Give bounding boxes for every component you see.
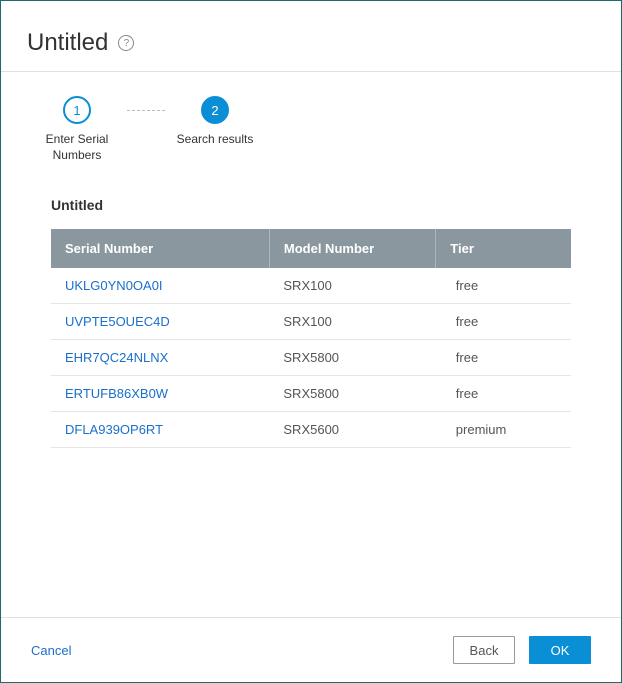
step-label-2: Search results [177, 132, 254, 148]
step-circle-2: 2 [201, 96, 229, 124]
table-body: UKLG0YN0OA0I SRX100 free UVPTE5OUEC4D SR… [51, 268, 571, 448]
cell-model: SRX5800 [269, 340, 435, 376]
table-row[interactable]: EHR7QC24NLNX SRX5800 free [51, 340, 571, 376]
cell-model: SRX100 [269, 304, 435, 340]
step-circle-1: 1 [63, 96, 91, 124]
col-header-serial[interactable]: Serial Number [51, 229, 269, 268]
cell-serial[interactable]: EHR7QC24NLNX [51, 340, 269, 376]
col-header-tier[interactable]: Tier [436, 229, 571, 268]
table-row[interactable]: UKLG0YN0OA0I SRX100 free [51, 268, 571, 304]
ok-button[interactable]: OK [529, 636, 591, 664]
cancel-link[interactable]: Cancel [31, 643, 71, 658]
dialog-header: Untitled ? [1, 1, 621, 72]
col-header-model[interactable]: Model Number [269, 229, 435, 268]
cell-model: SRX100 [269, 268, 435, 304]
dialog-content: Untitled Serial Number Model Number Tier… [1, 173, 621, 617]
cell-tier: free [436, 376, 571, 412]
step-search-results[interactable]: 2 Search results [165, 96, 265, 148]
wizard-stepper: 1 Enter SerialNumbers 2 Search results [1, 72, 621, 173]
table-row[interactable]: UVPTE5OUEC4D SRX100 free [51, 304, 571, 340]
footer-buttons: Back OK [453, 636, 591, 664]
table-header-row: Serial Number Model Number Tier [51, 229, 571, 268]
table-row[interactable]: DFLA939OP6RT SRX5600 premium [51, 412, 571, 448]
page-title: Untitled [27, 29, 108, 57]
results-table: Serial Number Model Number Tier UKLG0YN0… [51, 229, 571, 448]
cell-serial[interactable]: UKLG0YN0OA0I [51, 268, 269, 304]
cell-tier: premium [436, 412, 571, 448]
table-row[interactable]: ERTUFB86XB0W SRX5800 free [51, 376, 571, 412]
cell-model: SRX5800 [269, 376, 435, 412]
cell-tier: free [436, 304, 571, 340]
cell-serial[interactable]: ERTUFB86XB0W [51, 376, 269, 412]
step-enter-serial-numbers[interactable]: 1 Enter SerialNumbers [27, 96, 127, 163]
cell-tier: free [436, 340, 571, 376]
cell-tier: free [436, 268, 571, 304]
dialog-footer: Cancel Back OK [1, 617, 621, 682]
cell-model: SRX5600 [269, 412, 435, 448]
table-title: Untitled [51, 197, 571, 213]
back-button[interactable]: Back [453, 636, 515, 664]
step-label-1: Enter SerialNumbers [46, 132, 109, 163]
step-connector [127, 110, 165, 124]
help-icon[interactable]: ? [118, 35, 134, 51]
cell-serial[interactable]: UVPTE5OUEC4D [51, 304, 269, 340]
cell-serial[interactable]: DFLA939OP6RT [51, 412, 269, 448]
